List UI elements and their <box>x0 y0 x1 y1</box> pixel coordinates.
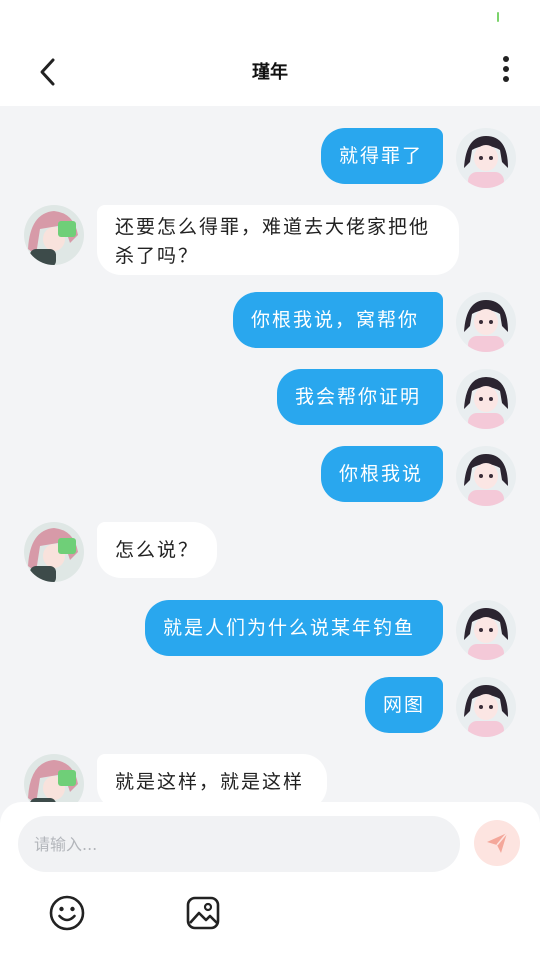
send-button[interactable] <box>474 820 520 866</box>
avatar-self[interactable] <box>456 446 516 506</box>
message-input[interactable] <box>18 816 460 872</box>
message-bubble[interactable]: 你根我说 <box>321 446 443 502</box>
message-bubble[interactable]: 就是人们为什么说某年钓鱼 <box>145 600 443 656</box>
message-list[interactable]: 就得罪了 还要怎么得罪，难道去大佬家把他 杀了吗？ 你根我说，窝帮你 我会帮你证… <box>0 106 540 803</box>
chat-header: 瑾年 <box>0 40 540 106</box>
emoji-button[interactable] <box>48 894 86 932</box>
message-bubble[interactable]: 还要怎么得罪，难道去大佬家把他 杀了吗？ <box>97 205 459 275</box>
more-button[interactable] <box>488 52 524 92</box>
message-bubble[interactable]: 你根我说，窝帮你 <box>233 292 443 348</box>
avatar-contact[interactable] <box>24 754 84 803</box>
message-bubble[interactable]: 我会帮你证明 <box>277 369 443 425</box>
avatar-self[interactable] <box>456 292 516 352</box>
page-title: 瑾年 <box>252 62 288 83</box>
status-bar <box>0 0 540 40</box>
avatar-self[interactable] <box>456 369 516 429</box>
image-button[interactable] <box>184 894 222 932</box>
message-bubble[interactable]: 就是这样，就是这样 <box>97 754 327 803</box>
image-icon <box>186 896 220 930</box>
more-vertical-icon <box>503 56 509 82</box>
message-bubble[interactable]: 怎么说？ <box>97 522 217 578</box>
composer-panel <box>0 802 540 960</box>
avatar-self[interactable] <box>456 128 516 188</box>
message-bubble[interactable]: 就得罪了 <box>321 128 443 184</box>
send-icon <box>487 832 508 853</box>
avatar-contact[interactable] <box>24 522 84 582</box>
avatar-contact[interactable] <box>24 205 84 265</box>
avatar-self[interactable] <box>456 600 516 660</box>
message-bubble[interactable]: 网图 <box>365 677 443 733</box>
status-indicator <box>497 12 499 22</box>
avatar-self[interactable] <box>456 677 516 737</box>
emoji-icon <box>49 895 85 931</box>
